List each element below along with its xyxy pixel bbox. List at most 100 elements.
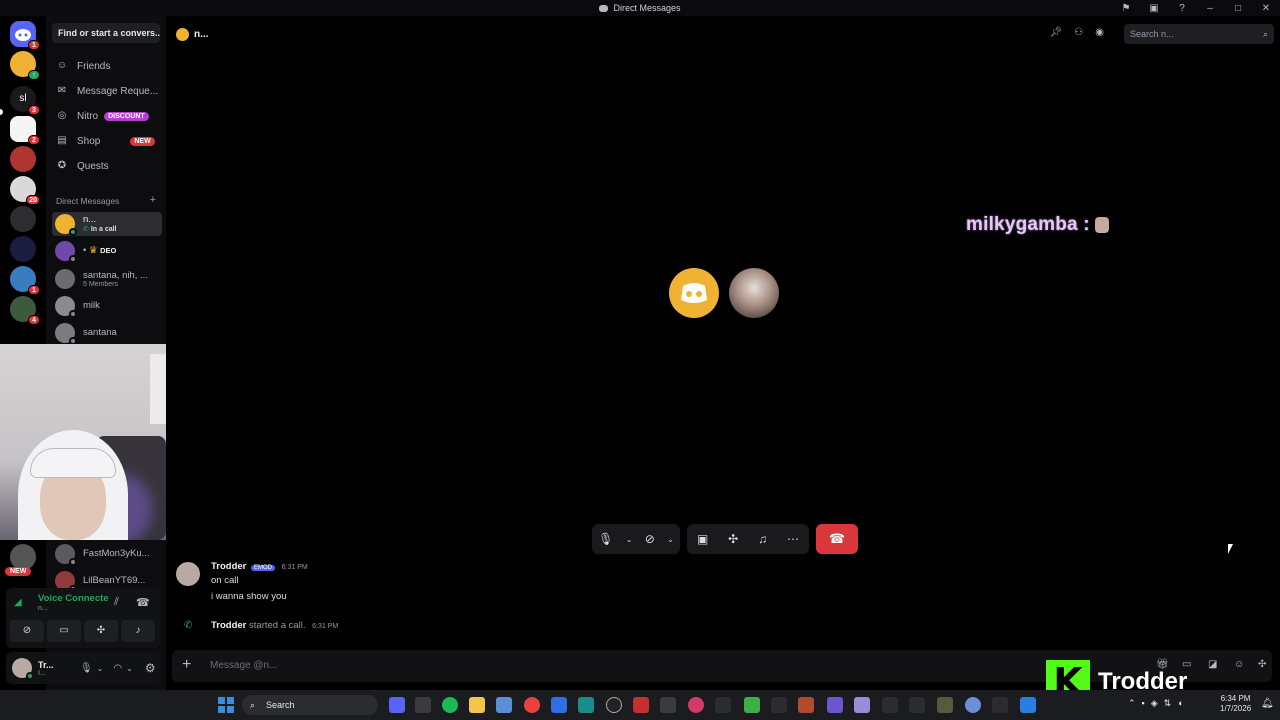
nav-shop[interactable]: ▤ Shop NEW [52,130,160,152]
help-icon[interactable]: ? [1168,3,1196,14]
file-explorer-icon[interactable] [469,697,485,713]
app-taskbar-icon[interactable] [715,697,731,713]
app-taskbar-icon[interactable] [854,697,870,713]
chrome-icon[interactable] [524,697,540,713]
chevron-down-icon[interactable]: ⌄ [97,664,104,673]
add-attachment-icon[interactable]: + [182,656,191,674]
message-input[interactable]: Message @n... [210,660,277,671]
camera-off-button[interactable]: ⊘ [10,620,44,642]
server-icon[interactable]: 2 [10,116,40,145]
app-taskbar-icon[interactable] [798,697,814,713]
chevron-down-icon[interactable]: ⌄ [626,535,633,544]
home-button[interactable]: 1 [10,21,40,50]
start-button[interactable] [218,697,234,713]
server-icon[interactable]: 1 [10,266,40,295]
add-dm-button[interactable]: + [150,195,156,206]
dm-item[interactable]: n... ✆ In a call [52,212,162,236]
settings-gear-icon[interactable]: ⚙ [145,661,156,675]
app-taskbar-icon[interactable] [551,697,567,713]
screen-share-button[interactable]: ▭ [47,620,81,642]
notification-bell-icon[interactable]: 🔔︎ [1261,698,1274,709]
title-bar: Direct Messages ⚑ ▣ ? – □ ✕ [0,0,1280,16]
nav-label: Friends [77,60,111,72]
server-icon[interactable] [10,206,36,232]
soundboard-button[interactable]: ♪ [121,620,155,642]
server-icon[interactable]: 4 [10,296,40,325]
notification-badge: 2 [28,135,40,145]
server-icon[interactable]: sl 3 [10,86,40,115]
dm-item[interactable]: santana, nih, ... 5 Members [52,267,162,291]
inbox-icon[interactable]: ⚑ [1112,3,1140,14]
system-clock[interactable]: 6:34 PM 1/7/2026 [1220,694,1251,714]
leave-call-button[interactable]: ☎ [816,524,858,554]
app-taskbar-icon[interactable] [882,697,898,713]
emoji-icon [1095,216,1110,233]
find-conversation-button[interactable]: Find or start a convers... [52,23,160,43]
avatar[interactable] [176,562,200,586]
app-taskbar-icon[interactable] [909,697,925,713]
dm-item[interactable]: • ♛ DEO [52,239,162,263]
server-icon[interactable]: 20 [10,176,40,205]
app-taskbar-icon[interactable] [660,697,676,713]
minimize-button[interactable]: – [1196,3,1224,14]
server-icon[interactable]: ↑ [10,51,40,80]
call-participant-avatar[interactable] [729,268,779,318]
microphone-icon[interactable]: 🎙︎ [80,663,93,674]
app-taskbar-icon[interactable] [827,697,843,713]
photos-icon[interactable] [496,697,512,713]
app-taskbar-icon[interactable] [937,697,953,713]
search-input[interactable]: Search n... ⌕ [1124,24,1274,44]
nav-quests[interactable]: ✪ Quests [52,155,160,177]
channel-header: n... 📌︎ ⚇ ◉ Search n... ⌕ [166,16,1280,52]
nav-nitro[interactable]: ◎ Nitro DISCOUNT [52,105,160,127]
emoji-icon[interactable]: ☺ [1234,659,1244,670]
system-tray[interactable]: ⌃▪◈⇅◖ [1128,698,1189,709]
pin-icon[interactable]: 📌︎ [1050,27,1063,38]
activities-icon[interactable]: ✣ [728,532,738,546]
app-taskbar-icon[interactable] [415,697,431,713]
app-taskbar-icon[interactable] [1020,697,1036,713]
app-taskbar-icon[interactable] [771,697,787,713]
dm-item[interactable]: santana [52,321,162,345]
nav-message-requests[interactable]: ✉ Message Reque... [52,80,160,102]
app-taskbar-icon[interactable] [992,697,1008,713]
microphone-icon[interactable]: 🎙︎ [598,532,613,546]
server-icon[interactable] [10,236,36,262]
chevron-down-icon[interactable]: ⌄ [126,664,133,673]
add-friends-icon[interactable]: ⚇ [1074,27,1083,38]
headphones-icon[interactable]: ◠ [113,663,122,674]
chevron-down-icon[interactable]: ⌄ [667,535,674,544]
close-button[interactable]: ✕ [1252,3,1280,14]
taskbar-search[interactable]: ⌕ Search [242,695,378,715]
profile-icon[interactable]: ◉ [1095,27,1104,38]
disconnect-icon[interactable]: ☎ [136,596,150,609]
discord-taskbar-icon[interactable] [389,697,405,713]
avatar [55,214,77,236]
youtube-icon[interactable] [633,697,649,713]
activities-button[interactable]: ✣ [84,620,118,642]
voice-status[interactable]: Voice Connecte [38,593,109,604]
avatar[interactable] [12,658,34,680]
server-icon[interactable] [10,146,36,172]
nav-friends[interactable]: ☺ Friends [52,55,160,77]
maximize-button[interactable]: □ [1224,3,1252,14]
message-author[interactable]: Trodder [211,561,246,572]
apps-icon[interactable]: ✣ [1258,659,1266,670]
app-taskbar-icon[interactable] [606,697,622,713]
soundboard-icon[interactable]: ♫ [758,532,767,546]
more-options-icon[interactable]: ⋯ [787,532,799,546]
window-title: Direct Messages [613,3,681,13]
sticker-icon[interactable]: ◪ [1208,659,1217,670]
noise-suppression-icon[interactable]: ⫽ [114,596,119,609]
dm-item[interactable]: FastMon3yKu... [52,542,162,566]
camera-off-icon[interactable]: ⊘ [645,532,655,546]
minecraft-icon[interactable] [744,697,760,713]
dm-item[interactable]: milk [52,294,162,318]
screen-share-icon[interactable]: ▣ [697,532,708,546]
call-participant-avatar[interactable] [669,268,719,318]
monitor-icon[interactable]: ▣ [1140,3,1168,14]
app-taskbar-icon[interactable] [688,697,704,713]
spotify-icon[interactable] [442,697,458,713]
app-taskbar-icon[interactable] [578,697,594,713]
app-taskbar-icon[interactable] [965,697,981,713]
